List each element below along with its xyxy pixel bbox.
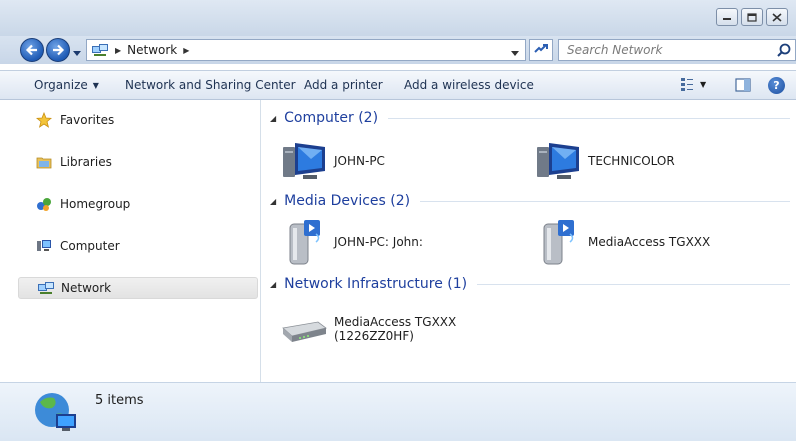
group-divider <box>477 283 790 285</box>
window-controls <box>716 8 788 26</box>
close-button[interactable] <box>766 8 788 26</box>
add-printer-button[interactable]: Add a printer <box>304 78 383 92</box>
network-item-technicolor[interactable]: TECHNICOLOR <box>534 137 675 185</box>
group-divider <box>420 200 790 202</box>
organize-label: Organize <box>34 78 88 92</box>
minimize-button[interactable] <box>716 8 738 26</box>
library-icon <box>36 154 54 170</box>
minimize-icon <box>723 18 731 20</box>
sidebar-item-homegroup[interactable]: Homegroup <box>18 193 258 215</box>
network-sharing-center-button[interactable]: Network and Sharing Center <box>125 78 296 92</box>
media-device-icon <box>534 218 582 266</box>
group-title: Computer (2) <box>284 110 379 126</box>
breadcrumb-network[interactable]: Network <box>127 43 177 57</box>
view-options-icon <box>681 78 693 91</box>
sidebar-item-network[interactable]: Network <box>18 277 258 299</box>
item-count: 5 items <box>95 393 144 408</box>
sidebar-item-favorites[interactable]: Favorites <box>18 109 258 131</box>
group-header-network-infrastructure[interactable]: ◢ Network Infrastructure (1) <box>270 276 790 292</box>
item-label-line1: MediaAccess TGXXX <box>334 315 457 329</box>
router-icon <box>280 305 328 353</box>
organize-button[interactable]: Organize ▼ <box>34 78 99 92</box>
group-title: Media Devices (2) <box>284 193 411 209</box>
recent-pages-dropdown[interactable] <box>73 46 81 60</box>
details-pane: 5 items <box>0 382 796 441</box>
title-bar <box>0 0 796 36</box>
network-icon <box>92 44 108 56</box>
item-label: TECHNICOLOR <box>588 154 675 168</box>
content-pane: ◢ Computer (2) JOHN-PC TECHNICOLOR ◢ Med… <box>262 100 796 382</box>
chevron-down-icon <box>511 51 519 56</box>
star-icon <box>36 112 54 128</box>
computer-monitor-icon <box>280 137 328 185</box>
item-label: JOHN-PC <box>334 154 385 168</box>
group-header-media-devices[interactable]: ◢ Media Devices (2) <box>270 193 790 209</box>
back-button[interactable] <box>20 38 44 62</box>
sidebar-item-label: Computer <box>60 239 120 253</box>
address-row: ▶ Network ▶ <box>0 36 796 64</box>
preview-pane-button[interactable] <box>735 78 751 95</box>
breadcrumb-separator[interactable]: ▶ <box>183 46 189 55</box>
add-wireless-device-button[interactable]: Add a wireless device <box>404 78 534 92</box>
refresh-icon <box>534 44 548 53</box>
computer-icon <box>36 238 54 254</box>
item-label: MediaAccess TGXXX (1226ZZ0HF) <box>334 315 456 343</box>
maximize-icon <box>747 12 757 22</box>
search-box[interactable] <box>558 39 796 61</box>
item-label-line2: (1226ZZ0HF) <box>334 329 414 343</box>
network-globe-icon <box>32 388 80 439</box>
breadcrumb-separator[interactable]: ▶ <box>115 46 121 55</box>
help-icon: ? <box>773 79 780 92</box>
refresh-button[interactable] <box>529 39 553 61</box>
item-label: JOHN-PC: John: <box>334 235 423 249</box>
chevron-down-icon <box>73 51 81 56</box>
sidebar-item-libraries[interactable]: Libraries <box>18 151 258 173</box>
command-bar: Organize ▼ Network and Sharing Center Add… <box>0 70 796 100</box>
network-item-router[interactable]: MediaAccess TGXXX (1226ZZ0HF) <box>280 305 456 353</box>
change-view-button[interactable]: ▼ <box>680 77 706 91</box>
sidebar-item-label: Libraries <box>60 155 112 169</box>
collapse-triangle-icon[interactable]: ◢ <box>270 280 276 289</box>
preview-pane-icon <box>735 78 751 92</box>
search-icon[interactable] <box>777 43 791 60</box>
homegroup-icon <box>36 196 54 212</box>
network-item-mediaaccess[interactable]: MediaAccess TGXXX <box>534 218 710 266</box>
group-title: Network Infrastructure (1) <box>284 276 468 292</box>
network-item-john-pc[interactable]: JOHN-PC <box>280 137 385 185</box>
computer-monitor-icon <box>534 137 582 185</box>
arrow-left-icon <box>25 44 37 56</box>
collapse-triangle-icon[interactable]: ◢ <box>270 114 276 123</box>
network-item-john-pc-media[interactable]: JOHN-PC: John: <box>280 218 423 266</box>
search-input[interactable] <box>567 43 767 57</box>
group-divider <box>388 117 790 119</box>
sidebar-item-computer[interactable]: Computer <box>18 235 258 257</box>
maximize-button[interactable] <box>741 8 763 26</box>
chevron-down-icon: ▼ <box>92 81 99 90</box>
close-icon <box>772 12 782 22</box>
sidebar-item-label: Favorites <box>60 113 115 127</box>
media-device-icon <box>280 218 328 266</box>
forward-button[interactable] <box>46 38 70 62</box>
sidebar-item-label: Homegroup <box>60 197 131 211</box>
group-header-computer[interactable]: ◢ Computer (2) <box>270 110 790 126</box>
address-bar[interactable]: ▶ Network ▶ <box>86 39 526 61</box>
chevron-down-icon: ▼ <box>700 79 707 89</box>
collapse-triangle-icon[interactable]: ◢ <box>270 197 276 206</box>
address-dropdown[interactable] <box>511 46 519 60</box>
arrow-right-icon <box>53 44 65 56</box>
network-icon <box>37 280 55 296</box>
sidebar-item-label: Network <box>61 281 112 295</box>
navigation-pane: Favorites Libraries Homegroup Computer N… <box>0 100 261 382</box>
help-button[interactable]: ? <box>768 77 785 94</box>
item-label: MediaAccess TGXXX <box>588 235 711 249</box>
